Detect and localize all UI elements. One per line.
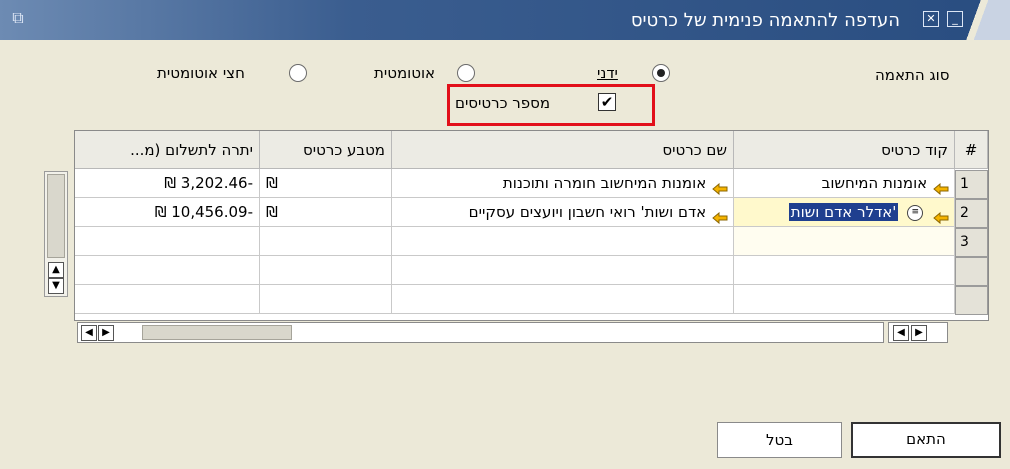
table-row-1-name-text: אומנות המיחשוב חומרה ותוכנות: [502, 174, 707, 192]
table-row-5-currency[interactable]: [260, 285, 392, 314]
col-header-currency[interactable]: מטבע כרטיס: [260, 131, 392, 169]
vertical-scrollbar[interactable]: ▲ ▼: [44, 171, 68, 297]
radio-manual[interactable]: [652, 64, 670, 82]
table-row-2-code-text: 'אדלר אדם ושות: [788, 203, 899, 221]
window-title: העדפה להתאמה פנימית של כרטיס: [630, 10, 900, 31]
table-row-3-code[interactable]: [734, 227, 955, 256]
scroll-right-icon[interactable]: ▶: [911, 325, 927, 341]
table-row-3-name[interactable]: [392, 227, 734, 256]
list-icon[interactable]: ≡: [907, 204, 924, 221]
table-row-2-balance[interactable]: ₪ 10,456.09-: [75, 198, 260, 227]
radio-manual-label[interactable]: ידני: [597, 64, 618, 82]
table-row-4-code[interactable]: [734, 256, 955, 285]
horizontal-scroll-thumb[interactable]: [142, 325, 292, 340]
scroll-down-icon[interactable]: ▼: [48, 278, 64, 294]
link-arrow-icon[interactable]: [932, 177, 950, 195]
row-number-5[interactable]: [955, 286, 988, 315]
code-column-scrollbar[interactable]: ◀ ▶: [888, 322, 948, 343]
row-number-1[interactable]: 1: [955, 170, 988, 199]
table-row-4-currency[interactable]: [260, 256, 392, 285]
radio-automatic[interactable]: [457, 64, 475, 82]
table-row-3-balance[interactable]: [75, 227, 260, 256]
radio-semi-automatic-label[interactable]: חצי אוטומטית: [157, 64, 245, 82]
row-number-3[interactable]: 3: [955, 228, 988, 257]
link-arrow-icon[interactable]: [932, 206, 950, 224]
scroll-left-icon[interactable]: ◀: [81, 325, 97, 341]
col-header-code[interactable]: קוד כרטיס: [734, 131, 955, 169]
scroll-left-icon[interactable]: ◀: [893, 325, 909, 341]
table-row-2-code[interactable]: ≡ 'אדלר אדם ושות: [734, 198, 955, 227]
table-row-4-name[interactable]: [392, 256, 734, 285]
col-header-num: #: [955, 131, 988, 169]
table-row-2-name[interactable]: אדם ושות' רואי חשבון ויועצים עסקיים: [392, 198, 734, 227]
table-row-5-balance[interactable]: [75, 285, 260, 314]
col-header-balance[interactable]: יתרה לתשלום (מ...: [75, 131, 260, 169]
card-number-checkbox[interactable]: ✔: [598, 93, 616, 111]
table-row-1-currency[interactable]: ₪: [260, 169, 392, 198]
card-number-label[interactable]: מספר כרטיסים: [455, 94, 550, 112]
table-row-2-currency[interactable]: ₪: [260, 198, 392, 227]
table-row-2-name-text: אדם ושות' רואי חשבון ויועצים עסקיים: [468, 203, 707, 221]
radio-automatic-label[interactable]: אוטומטית: [374, 64, 435, 82]
title-bar: ⧉ העדפה להתאמה פנימית של כרטיס _ ✕: [0, 0, 1010, 40]
table-row-3-currency[interactable]: [260, 227, 392, 256]
horizontal-scrollbar[interactable]: ◀ ▶: [77, 322, 884, 343]
app-menu-icon[interactable]: ⧉: [8, 9, 28, 27]
link-arrow-icon[interactable]: [711, 177, 729, 195]
match-type-label: סוג התאמה: [875, 66, 950, 84]
row-number-2[interactable]: 2: [955, 199, 988, 228]
window: ⧉ העדפה להתאמה פנימית של כרטיס _ ✕ סוג ה…: [0, 0, 1010, 469]
link-arrow-icon[interactable]: [711, 206, 729, 224]
minimize-icon[interactable]: _: [947, 11, 963, 27]
scroll-up-icon[interactable]: ▲: [48, 262, 64, 278]
vertical-scroll-thumb[interactable]: [47, 174, 65, 258]
close-icon[interactable]: ✕: [923, 11, 939, 27]
row-number-4[interactable]: [955, 257, 988, 286]
table-row-5-code[interactable]: [734, 285, 955, 314]
cards-table: יתרה לתשלום (מ... מטבע כרטיס שם כרטיס קו…: [74, 130, 989, 321]
match-button[interactable]: התאם: [851, 422, 1001, 458]
title-bar-decoration: [962, 0, 1010, 40]
table-row-1-code-text: אומנות המיחשוב: [821, 174, 928, 192]
col-header-name[interactable]: שם כרטיס: [392, 131, 734, 169]
radio-semi-automatic[interactable]: [289, 64, 307, 82]
cancel-button[interactable]: בטל: [717, 422, 842, 458]
table-row-5-name[interactable]: [392, 285, 734, 314]
table-row-1-code[interactable]: אומנות המיחשוב: [734, 169, 955, 198]
table-row-1-name[interactable]: אומנות המיחשוב חומרה ותוכנות: [392, 169, 734, 198]
scroll-right-icon[interactable]: ▶: [98, 325, 114, 341]
table-row-1-balance[interactable]: ₪ 3,202.46-: [75, 169, 260, 198]
table-row-4-balance[interactable]: [75, 256, 260, 285]
